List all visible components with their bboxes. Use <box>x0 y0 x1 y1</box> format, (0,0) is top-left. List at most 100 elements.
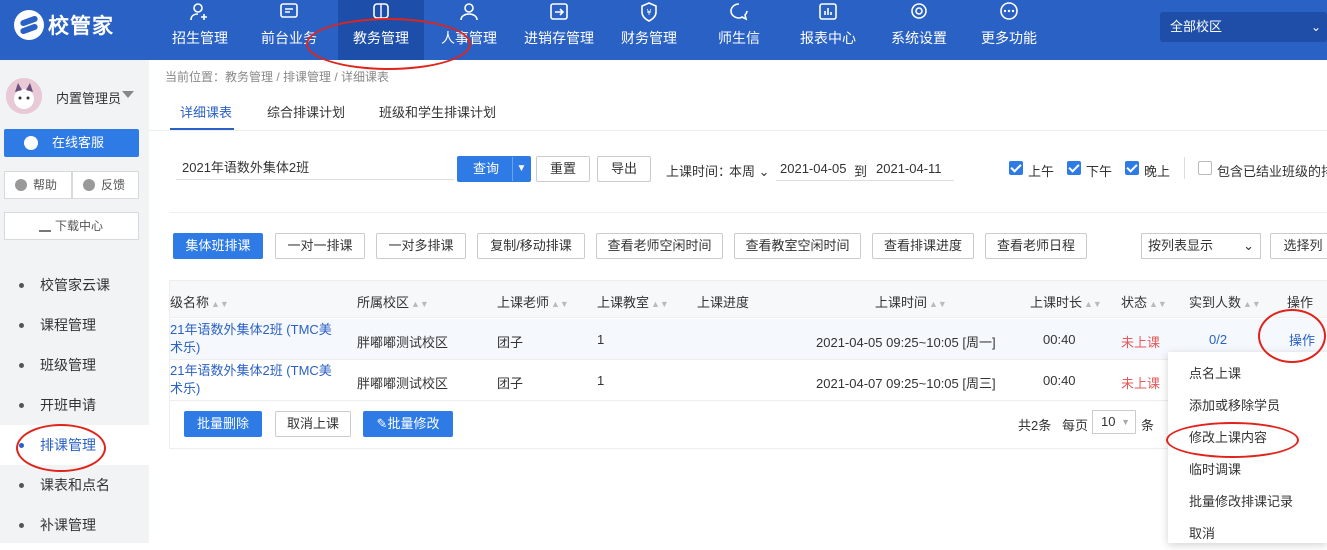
nav-item-inventory[interactable]: 进销存管理 <box>516 0 602 60</box>
group-schedule-button[interactable]: 集体班排课 <box>173 233 263 259</box>
col-header-teacher[interactable]: 上课老师 ▲▼ <box>497 292 569 311</box>
nav-label: 更多功能 <box>981 30 1037 46</box>
class-search-input[interactable]: 2021年语数外集体2班 <box>176 156 454 180</box>
bulk-delete-button[interactable]: 批量删除 <box>184 411 262 437</box>
sort-icon: ▲▼ <box>651 299 669 309</box>
campus-select-value: 全部校区 <box>1170 19 1223 34</box>
one-to-many-schedule-button[interactable]: 一对多排课 <box>376 233 466 259</box>
nav-item-academic[interactable]: 教务管理 <box>338 0 424 60</box>
avatar[interactable] <box>6 78 42 114</box>
col-header-room[interactable]: 上课教室 ▲▼ <box>597 292 669 311</box>
col-header-class-name[interactable]: 级名称 ▲▼ <box>170 292 229 311</box>
time-label: 上课时间： <box>666 164 732 179</box>
nav-item-messages[interactable]: 师生信 <box>708 0 770 60</box>
nav-item-frontdesk[interactable]: 前台业务 <box>250 0 328 60</box>
week-select[interactable]: 本周 ⌄ <box>729 161 770 180</box>
nav-item-finance[interactable]: ¥ 财务管理 <box>612 0 686 60</box>
menu-item-temporary-reschedule[interactable]: 临时调课 <box>1168 454 1327 486</box>
am-checkbox[interactable] <box>1009 161 1023 175</box>
menu-item-roll-call[interactable]: 点名上课 <box>1168 358 1327 390</box>
sort-icon: ▲▼ <box>551 299 569 309</box>
schedule-progress-button[interactable]: 查看排课进度 <box>872 233 974 259</box>
nav-item-hr[interactable]: 人事管理 <box>430 0 508 60</box>
page-size-select[interactable]: 10 ▼ <box>1092 410 1136 434</box>
nav-item-settings[interactable]: 系统设置 <box>882 0 956 60</box>
date-underline <box>776 180 954 181</box>
nav-label: 进销存管理 <box>524 30 594 46</box>
room-cell: 1 <box>597 373 605 388</box>
date-from-input[interactable]: 2021-04-05 <box>780 161 847 176</box>
menu-item-bulk-edit-records[interactable]: 批量修改排课记录 <box>1168 486 1327 518</box>
bullet-icon <box>19 443 24 448</box>
bullet-icon <box>19 323 24 328</box>
reset-button[interactable]: 重置 <box>536 156 590 182</box>
chat-icon <box>24 136 38 150</box>
logo[interactable]: 校管家 <box>14 8 114 42</box>
bulk-edit-button[interactable]: ✎批量修改 <box>363 411 453 437</box>
online-service-button[interactable]: 在线客服 <box>4 129 139 157</box>
help-label: 帮助 <box>33 178 58 192</box>
tab-overall-plan[interactable]: 综合排课计划 <box>267 102 345 121</box>
download-center-button[interactable]: 下载中心 <box>4 212 139 240</box>
operation-link[interactable]: 操作 <box>1289 330 1315 349</box>
col-header-attendance[interactable]: 实到人数 ▲▼ <box>1189 292 1261 311</box>
menu-item-edit-content[interactable]: 修改上课内容 <box>1168 422 1327 454</box>
sidebar-item-course[interactable]: 课程管理 <box>0 305 149 345</box>
sidebar-item-timetable[interactable]: 课表和点名 <box>0 465 149 505</box>
col-header-duration[interactable]: 上课时长 ▲▼ <box>1030 292 1102 311</box>
export-button[interactable]: 导出 <box>597 156 651 182</box>
divider <box>1184 157 1185 179</box>
nav-item-reports[interactable]: 报表中心 <box>792 0 864 60</box>
feedback-label: 反馈 <box>101 178 126 192</box>
sidebar-item-label: 课程管理 <box>40 317 96 333</box>
col-header-status[interactable]: 状态 ▲▼ <box>1121 292 1167 311</box>
col-header-campus[interactable]: 所属校区 ▲▼ <box>357 292 429 311</box>
room-cell: 1 <box>597 332 605 347</box>
menu-item-add-remove-students[interactable]: 添加或移除学员 <box>1168 390 1327 422</box>
one-on-one-schedule-button[interactable]: 一对一排课 <box>275 233 365 259</box>
sidebar-item-label: 开班申请 <box>40 397 96 413</box>
col-header-label: 上课老师 <box>497 295 550 310</box>
help-button[interactable]: 帮助 <box>4 171 72 199</box>
night-checkbox[interactable] <box>1125 161 1139 175</box>
pm-checkbox[interactable] <box>1067 161 1081 175</box>
view-mode-select[interactable]: 按列表显示 ⌄ <box>1141 233 1261 259</box>
chevron-down-icon[interactable]: ▼ <box>512 157 530 181</box>
sidebar: 内置管理员 在线客服 帮助 反馈 下载中心 校管家云课 课程管理 班级管理 开班… <box>0 60 149 543</box>
pm-label: 下午 <box>1086 164 1113 179</box>
feedback-button[interactable]: 反馈 <box>72 171 139 199</box>
sidebar-item-open-class[interactable]: 开班申请 <box>0 385 149 425</box>
tab-detailed-schedule[interactable]: 详细课表 <box>180 102 232 121</box>
user-name[interactable]: 内置管理员 <box>56 88 121 107</box>
cancel-class-button[interactable]: 取消上课 <box>275 411 351 437</box>
sidebar-item-class[interactable]: 班级管理 <box>0 345 149 385</box>
bullet-icon <box>19 483 24 488</box>
attendance-link[interactable]: 0/2 <box>1209 332 1227 347</box>
class-name-link[interactable]: 21年语数外集体2班 (TMC美术乐) <box>170 321 340 359</box>
campus-select[interactable]: 全部校区 ⌄ <box>1160 12 1327 42</box>
date-to-input[interactable]: 2021-04-11 <box>876 161 942 176</box>
sidebar-item-makeup[interactable]: 补课管理 <box>0 505 149 545</box>
copy-move-schedule-button[interactable]: 复制/移动排课 <box>477 233 585 259</box>
col-header-label: 所属校区 <box>357 295 410 310</box>
sidebar-item-scheduling[interactable]: 排课管理 <box>0 425 149 465</box>
query-button[interactable]: 查询 ▼ <box>457 156 531 182</box>
sidebar-item-cloud-class[interactable]: 校管家云课 <box>0 265 149 305</box>
nav-item-enrollment[interactable]: 招生管理 <box>160 0 240 60</box>
pager-per-page-label: 每页 <box>1062 418 1089 433</box>
teacher-free-time-button[interactable]: 查看老师空闲时间 <box>596 233 723 259</box>
select-columns-button[interactable]: 选择列 <box>1270 233 1327 259</box>
more-dots-icon <box>1000 2 1018 20</box>
am-label: 上午 <box>1028 164 1055 179</box>
col-header-time[interactable]: 上课时间 ▲▼ <box>875 292 947 311</box>
teacher-agenda-button[interactable]: 查看老师日程 <box>985 233 1087 259</box>
col-header-label: 状态 <box>1121 295 1148 310</box>
include-graduated-checkbox[interactable] <box>1198 161 1212 175</box>
room-free-time-button[interactable]: 查看教室空闲时间 <box>734 233 861 259</box>
menu-item-cancel[interactable]: 取消 <box>1168 518 1327 550</box>
class-name-link[interactable]: 21年语数外集体2班 (TMC美术乐) <box>170 362 340 400</box>
nav-item-more[interactable]: 更多功能 <box>972 0 1046 60</box>
tab-class-student-plan[interactable]: 班级和学生排课计划 <box>379 102 496 121</box>
pager-total: 共2条 <box>1018 418 1052 433</box>
chevron-down-icon[interactable] <box>122 91 134 98</box>
